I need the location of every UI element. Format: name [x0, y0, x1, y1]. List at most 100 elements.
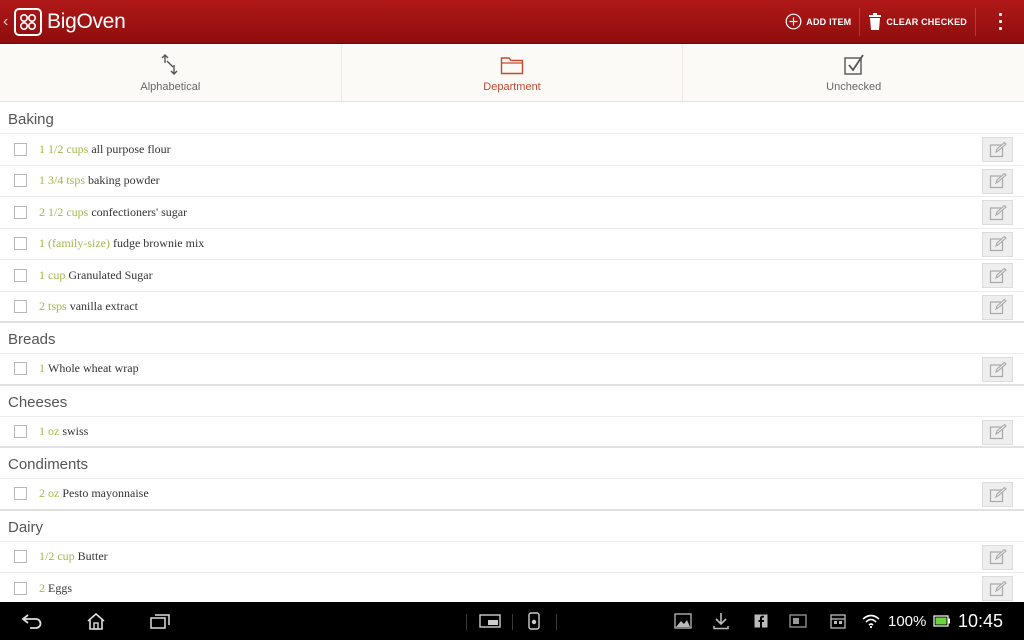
clear-checked-label: CLEAR CHECKED: [886, 16, 967, 27]
gallery-notification[interactable]: [672, 602, 694, 640]
item-quantity: 2 1/2 cups: [39, 204, 89, 219]
edit-item-button[interactable]: [982, 231, 1013, 257]
back-arrow-icon: [21, 614, 42, 629]
edit-pencil-icon: [989, 361, 1007, 377]
item-text[interactable]: 2 1/2 cups confectioners' sugar: [39, 205, 187, 220]
recent-apps-button[interactable]: [142, 602, 178, 640]
edit-item-button[interactable]: [982, 294, 1013, 320]
folder-icon: [500, 57, 524, 75]
tab-label: Alphabetical: [140, 81, 201, 93]
edit-item-button[interactable]: [982, 544, 1013, 570]
bigoven-logo-icon[interactable]: [14, 7, 42, 36]
item-quantity: 1 cup: [39, 267, 66, 282]
item-name: Eggs: [48, 580, 72, 595]
edit-item-button[interactable]: [982, 357, 1013, 382]
sort-tabs: Alphabetical Department Unchecked: [0, 45, 1024, 102]
edit-item-button[interactable]: [982, 482, 1013, 507]
edit-item-button[interactable]: [982, 419, 1013, 445]
calendar-icon: [830, 614, 846, 629]
item-text[interactable]: 1 (family-size) fudge brownie mix: [39, 236, 204, 251]
section-header-breads: Breads: [0, 323, 1024, 354]
list-item: 2 Eggs: [0, 573, 1024, 602]
item-text[interactable]: 1 3/4 tsps baking powder: [39, 173, 160, 188]
section-header-cheeses: Cheeses: [0, 386, 1024, 417]
item-quantity: 1: [39, 361, 45, 376]
item-text[interactable]: 1 1/2 cups all purpose flour: [39, 142, 171, 157]
item-name: vanilla extract: [69, 298, 138, 313]
home-icon: [87, 612, 105, 630]
edit-pencil-icon: [989, 549, 1007, 565]
system-navigation-bar: 100% 10:45: [0, 602, 1024, 640]
item-checkbox[interactable]: [14, 205, 27, 219]
item-checkbox[interactable]: [14, 581, 27, 595]
wifi-status[interactable]: [860, 602, 882, 640]
download-icon: [713, 613, 729, 630]
tab-label: Department: [483, 81, 541, 93]
overflow-menu-button[interactable]: [976, 0, 1024, 44]
bar-divider: [466, 614, 467, 630]
facebook-notification[interactable]: [750, 602, 772, 640]
edit-item-button[interactable]: [982, 576, 1013, 601]
shopping-list: Baking 1 1/2 cups all purpose flour 1 3/4…: [0, 103, 1024, 602]
tab-department[interactable]: Department: [342, 45, 684, 101]
tab-unchecked[interactable]: Unchecked: [683, 45, 1024, 101]
item-text[interactable]: 2 tsps vanilla extract: [39, 299, 138, 314]
item-checkbox[interactable]: [14, 237, 27, 251]
wifi-icon: [862, 614, 880, 628]
item-quantity: 1 3/4 tsps: [39, 173, 86, 188]
battery-percent: 100%: [888, 613, 927, 630]
action-bar: ‹ BigOven ADD ITEM CLEAR CHECKED: [0, 0, 1024, 44]
item-text[interactable]: 2 oz Pesto mayonnaise: [39, 486, 149, 501]
small-apps-button[interactable]: [476, 602, 504, 640]
section-header-dairy: Dairy: [0, 511, 1024, 542]
battery-icon: [933, 615, 950, 627]
screen-notification[interactable]: [786, 602, 810, 640]
remote-button[interactable]: [522, 602, 546, 640]
item-checkbox[interactable]: [14, 142, 27, 156]
back-caret-icon[interactable]: ‹: [3, 13, 13, 31]
item-text[interactable]: 1 cup Granulated Sugar: [39, 268, 153, 283]
item-checkbox[interactable]: [14, 550, 27, 564]
item-text[interactable]: 1/2 cup Butter: [39, 549, 108, 564]
edit-item-button[interactable]: [982, 137, 1013, 162]
home-button[interactable]: [78, 602, 114, 640]
calendar-notification[interactable]: [826, 602, 850, 640]
list-item: 1 1/2 cups all purpose flour: [0, 134, 1024, 166]
item-name: Granulated Sugar: [68, 267, 153, 282]
item-name: confectioners' sugar: [91, 204, 188, 219]
edit-pencil-icon: [989, 204, 1007, 220]
edit-pencil-icon: [989, 424, 1007, 440]
item-text[interactable]: 1 oz swiss: [39, 424, 88, 439]
add-item-button[interactable]: ADD ITEM: [777, 0, 859, 44]
item-quantity: 2 oz: [39, 486, 60, 501]
tab-label: Unchecked: [826, 81, 882, 93]
item-quantity: 2 tsps: [39, 298, 67, 313]
list-item: 1 (family-size) fudge brownie mix: [0, 229, 1024, 260]
clear-checked-button[interactable]: CLEAR CHECKED: [860, 0, 975, 44]
edit-pencil-icon: [989, 141, 1007, 157]
add-item-label: ADD ITEM: [806, 16, 852, 27]
item-name: Butter: [77, 549, 108, 564]
edit-item-button[interactable]: [982, 263, 1013, 288]
edit-pencil-icon: [989, 236, 1007, 252]
item-checkbox[interactable]: [14, 174, 27, 188]
item-quantity: 1 1/2 cups: [39, 141, 89, 156]
item-quantity: 2: [39, 580, 45, 595]
edit-item-button[interactable]: [982, 168, 1013, 194]
download-notification[interactable]: [710, 602, 732, 640]
item-text[interactable]: 1 Whole wheat wrap: [39, 361, 139, 376]
list-item: 1 oz swiss: [0, 417, 1024, 448]
list-item: 2 tsps vanilla extract: [0, 292, 1024, 323]
item-text[interactable]: 2 Eggs: [39, 581, 72, 596]
back-button[interactable]: [14, 602, 50, 640]
item-checkbox[interactable]: [14, 299, 27, 313]
item-checkbox[interactable]: [14, 424, 27, 438]
item-checkbox[interactable]: [14, 268, 27, 282]
list-item: 1 Whole wheat wrap: [0, 354, 1024, 386]
edit-item-button[interactable]: [982, 200, 1013, 225]
item-checkbox[interactable]: [14, 487, 27, 501]
list-item: 1 cup Granulated Sugar: [0, 260, 1024, 292]
tab-alphabetical[interactable]: Alphabetical: [0, 45, 342, 101]
bar-divider: [556, 614, 557, 630]
item-checkbox[interactable]: [14, 362, 27, 376]
